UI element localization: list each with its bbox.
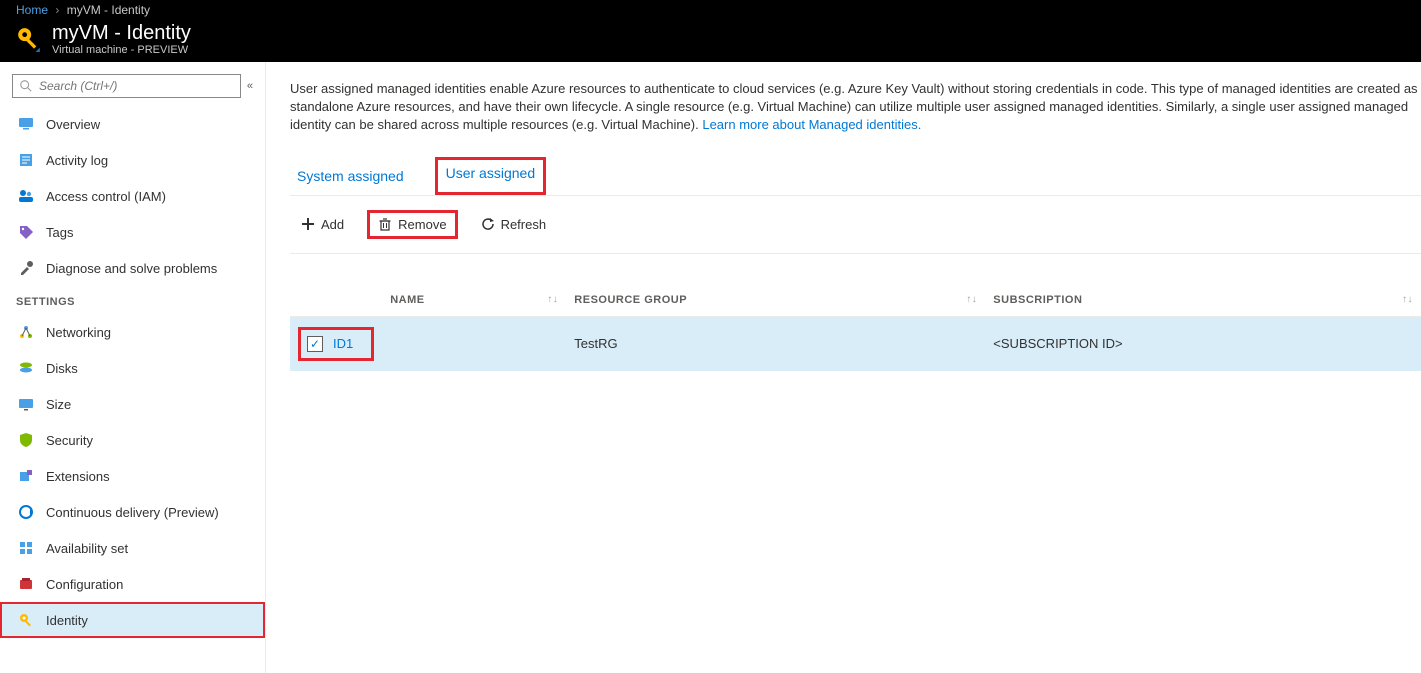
- tag-icon: [18, 224, 34, 240]
- sidebar-item-access-control[interactable]: Access control (IAM): [0, 178, 265, 214]
- search-box[interactable]: [12, 74, 241, 98]
- page-subtitle: Virtual machine - PREVIEW: [52, 44, 191, 56]
- search-icon: [19, 79, 33, 93]
- refresh-icon: [481, 217, 495, 231]
- row-name-link[interactable]: ID1: [333, 336, 353, 351]
- tab-user-assigned[interactable]: User assigned: [435, 157, 547, 195]
- toolbar: Add Remove Refresh: [290, 196, 1421, 254]
- breadcrumb-separator: ›: [55, 3, 59, 17]
- sidebar: « Overview Activity log Access control (…: [0, 62, 266, 673]
- sidebar-item-label: Continuous delivery (Preview): [46, 505, 219, 520]
- checkbox-column-header: [290, 284, 382, 317]
- add-label: Add: [321, 217, 344, 232]
- sidebar-item-availability-set[interactable]: Availability set: [0, 530, 265, 566]
- learn-more-link[interactable]: Learn more about Managed identities.: [702, 117, 921, 132]
- sidebar-item-label: Disks: [46, 361, 78, 376]
- remove-label: Remove: [398, 217, 446, 232]
- shield-icon: [18, 432, 34, 448]
- sidebar-item-label: Tags: [46, 225, 73, 240]
- sidebar-item-size[interactable]: Size: [0, 386, 265, 422]
- cd-icon: [18, 504, 34, 520]
- name-column-header[interactable]: NAME↑↓: [382, 284, 566, 317]
- table-row[interactable]: ID1 TestRG <SUBSCRIPTION ID>: [290, 316, 1421, 371]
- sidebar-item-label: Identity: [46, 613, 88, 628]
- size-icon: [18, 396, 34, 412]
- availability-icon: [18, 540, 34, 556]
- disks-icon: [18, 360, 34, 376]
- row-resource-group: TestRG: [566, 316, 985, 371]
- extensions-icon: [18, 468, 34, 484]
- log-icon: [18, 152, 34, 168]
- wrench-icon: [18, 260, 34, 276]
- sort-icon[interactable]: ↑↓: [1402, 294, 1413, 305]
- sidebar-item-label: Diagnose and solve problems: [46, 261, 217, 276]
- sidebar-item-tags[interactable]: Tags: [0, 214, 265, 250]
- refresh-label: Refresh: [501, 217, 547, 232]
- iam-icon: [18, 188, 34, 204]
- sidebar-item-label: Availability set: [46, 541, 128, 556]
- tabs: System assigned User assigned: [290, 157, 1421, 196]
- breadcrumb-home[interactable]: Home: [16, 3, 48, 17]
- sidebar-item-label: Security: [46, 433, 93, 448]
- settings-group-label: SETTINGS: [0, 286, 265, 314]
- main-content: User assigned managed identities enable …: [266, 62, 1421, 673]
- sidebar-item-label: Networking: [46, 325, 111, 340]
- search-input[interactable]: [39, 79, 234, 93]
- sidebar-item-label: Configuration: [46, 577, 123, 592]
- sidebar-item-configuration[interactable]: Configuration: [0, 566, 265, 602]
- config-icon: [18, 576, 34, 592]
- plus-icon: [301, 217, 315, 231]
- network-icon: [18, 324, 34, 340]
- sort-icon[interactable]: ↑↓: [547, 294, 558, 305]
- identities-table: NAME↑↓ RESOURCE GROUP↑↓ SUBSCRIPTION↑↓ I…: [290, 284, 1421, 371]
- row-checkbox[interactable]: [307, 336, 323, 352]
- collapse-sidebar-icon[interactable]: «: [247, 80, 253, 92]
- sidebar-item-disks[interactable]: Disks: [0, 350, 265, 386]
- refresh-button[interactable]: Refresh: [470, 210, 558, 239]
- add-button[interactable]: Add: [290, 210, 355, 239]
- monitor-icon: [18, 116, 34, 132]
- page-title: myVM - Identity: [52, 22, 191, 44]
- sidebar-item-identity[interactable]: Identity: [0, 602, 265, 638]
- trash-icon: [378, 217, 392, 231]
- sidebar-item-networking[interactable]: Networking: [0, 314, 265, 350]
- sidebar-item-label: Size: [46, 397, 71, 412]
- description-text: User assigned managed identities enable …: [290, 80, 1421, 135]
- sidebar-item-label: Access control (IAM): [46, 189, 166, 204]
- sidebar-item-security[interactable]: Security: [0, 422, 265, 458]
- key-icon: [16, 26, 42, 52]
- sidebar-item-label: Extensions: [46, 469, 110, 484]
- sidebar-item-label: Activity log: [46, 153, 108, 168]
- tab-system-assigned[interactable]: System assigned: [290, 157, 411, 195]
- resource-group-column-header[interactable]: RESOURCE GROUP↑↓: [566, 284, 985, 317]
- breadcrumb-current: myVM - Identity: [67, 3, 150, 17]
- row-subscription: <SUBSCRIPTION ID>: [985, 316, 1421, 371]
- sidebar-item-overview[interactable]: Overview: [0, 106, 265, 142]
- subscription-column-header[interactable]: SUBSCRIPTION↑↓: [985, 284, 1421, 317]
- breadcrumb: Home › myVM - Identity: [0, 0, 1421, 20]
- sidebar-item-continuous-delivery[interactable]: Continuous delivery (Preview): [0, 494, 265, 530]
- sidebar-item-label: Overview: [46, 117, 100, 132]
- identity-icon: [18, 612, 34, 628]
- sort-icon[interactable]: ↑↓: [966, 294, 977, 305]
- sidebar-item-activity-log[interactable]: Activity log: [0, 142, 265, 178]
- remove-button[interactable]: Remove: [367, 210, 457, 239]
- sidebar-item-extensions[interactable]: Extensions: [0, 458, 265, 494]
- sidebar-item-diagnose[interactable]: Diagnose and solve problems: [0, 250, 265, 286]
- top-bar: Home › myVM - Identity myVM - Identity V…: [0, 0, 1421, 62]
